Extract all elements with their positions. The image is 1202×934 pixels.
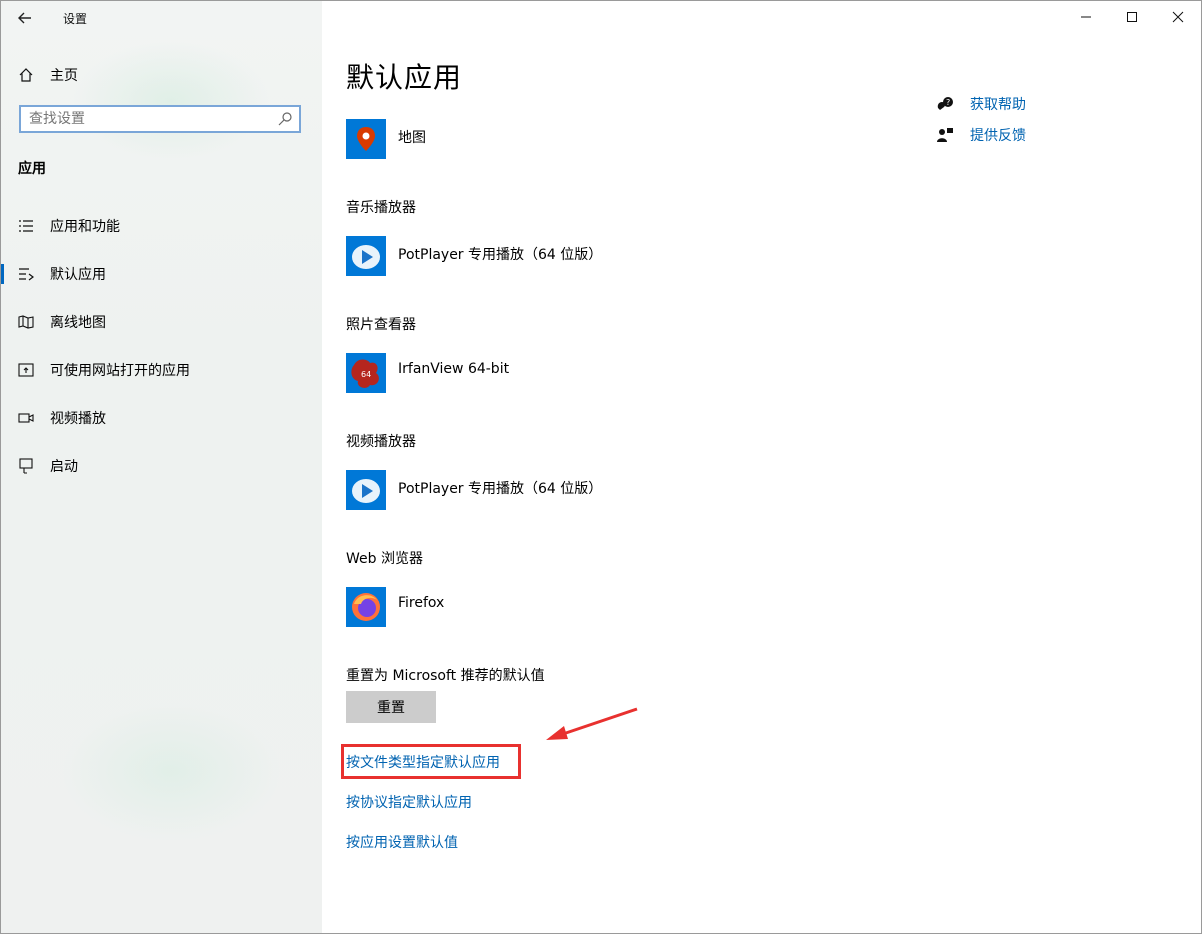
app-name: PotPlayer 专用播放（64 位版） xyxy=(398,247,603,263)
map-icon xyxy=(18,315,38,329)
minimize-icon xyxy=(1081,16,1091,18)
search-input[interactable] xyxy=(21,110,271,128)
photo-viewer-label: 照片查看器 xyxy=(346,317,416,333)
choose-by-protocol-link[interactable]: 按协议指定默认应用 xyxy=(346,792,472,812)
irfanview-badge: 64 xyxy=(361,370,371,379)
sidebar-item-label: 应用和功能 xyxy=(50,219,120,235)
sidebar-item-label: 启动 xyxy=(50,459,78,475)
maps-app-icon xyxy=(346,119,386,159)
home-icon xyxy=(18,67,40,83)
settings-window: 设置 主页 应用 应用和功能 默认应用 xyxy=(0,0,1202,934)
sidebar-item-apps-for-websites[interactable]: 可使用网站打开的应用 xyxy=(1,350,322,390)
sidebar: 设置 主页 应用 应用和功能 默认应用 xyxy=(1,1,322,933)
sidebar-item-label: 离线地图 xyxy=(50,315,106,331)
window-controls xyxy=(1063,1,1201,33)
default-browser-app[interactable]: Firefox xyxy=(346,587,444,627)
open-web-icon xyxy=(18,363,38,377)
sidebar-item-default-apps[interactable]: 默认应用 xyxy=(1,254,322,294)
app-name: IrfanView 64-bit xyxy=(398,361,510,377)
reset-label: 重置为 Microsoft 推荐的默认值 xyxy=(346,668,545,684)
video-icon xyxy=(18,412,38,424)
section-label: 应用 xyxy=(18,161,46,177)
sidebar-item-label: 视频播放 xyxy=(50,411,106,427)
related-links: ? 获取帮助 提供反馈 xyxy=(936,93,1026,155)
sidebar-item-startup[interactable]: 启动 xyxy=(1,446,322,486)
give-feedback-link[interactable]: 提供反馈 xyxy=(936,124,1026,146)
annotation-arrow-icon xyxy=(546,707,638,740)
reset-button[interactable]: 重置 xyxy=(346,691,436,723)
default-photo-app[interactable]: 64 IrfanView 64-bit xyxy=(346,353,509,393)
search-icon[interactable] xyxy=(277,111,293,127)
potplayer-icon xyxy=(346,470,386,510)
music-player-label: 音乐播放器 xyxy=(346,200,416,216)
default-map-app[interactable]: 地图 xyxy=(346,119,426,159)
sidebar-item-label: 可使用网站打开的应用 xyxy=(50,363,190,379)
feedback-icon xyxy=(936,127,956,143)
default-apps-icon xyxy=(18,267,38,281)
search-box[interactable] xyxy=(19,105,301,133)
app-name: PotPlayer 专用播放（64 位版） xyxy=(398,481,603,497)
nav-home[interactable]: 主页 xyxy=(18,63,78,87)
annotation-highlight-box xyxy=(341,744,521,779)
minimize-button[interactable] xyxy=(1063,1,1109,33)
main-content: 默认应用 ? 获取帮助 提供反馈 地图 音乐播放器 PotPlayer 专用播放… xyxy=(322,1,1201,933)
svg-text:?: ? xyxy=(946,98,950,107)
list-icon xyxy=(18,219,38,233)
default-music-app[interactable]: PotPlayer 专用播放（64 位版） xyxy=(346,236,602,276)
back-button[interactable] xyxy=(11,5,39,31)
app-name: 地图 xyxy=(398,130,426,146)
window-title: 设置 xyxy=(63,12,88,26)
close-button[interactable] xyxy=(1155,1,1201,33)
video-player-label: 视频播放器 xyxy=(346,434,416,450)
help-icon: ? xyxy=(936,96,956,112)
potplayer-icon xyxy=(346,236,386,276)
sidebar-item-video-playback[interactable]: 视频播放 xyxy=(1,398,322,438)
sidebar-item-label: 默认应用 xyxy=(50,267,106,283)
back-arrow-icon xyxy=(18,12,31,24)
nav-home-label: 主页 xyxy=(50,68,78,84)
irfanview-icon: 64 xyxy=(346,353,386,393)
sidebar-item-offline-maps[interactable]: 离线地图 xyxy=(1,302,322,342)
web-browser-label: Web 浏览器 xyxy=(346,551,423,567)
maximize-icon xyxy=(1127,12,1137,22)
app-name: Firefox xyxy=(398,595,445,611)
page-title: 默认应用 xyxy=(346,61,463,94)
set-defaults-by-app-link[interactable]: 按应用设置默认值 xyxy=(346,832,458,852)
maximize-button[interactable] xyxy=(1109,1,1155,33)
get-help-link[interactable]: ? 获取帮助 xyxy=(936,93,1026,115)
close-icon xyxy=(1172,11,1184,23)
sidebar-item-apps-features[interactable]: 应用和功能 xyxy=(1,206,322,246)
default-video-app[interactable]: PotPlayer 专用播放（64 位版） xyxy=(346,470,602,510)
give-feedback-label: 提供反馈 xyxy=(970,128,1026,144)
startup-icon xyxy=(18,458,38,474)
get-help-label: 获取帮助 xyxy=(970,97,1026,113)
firefox-icon xyxy=(346,587,386,627)
